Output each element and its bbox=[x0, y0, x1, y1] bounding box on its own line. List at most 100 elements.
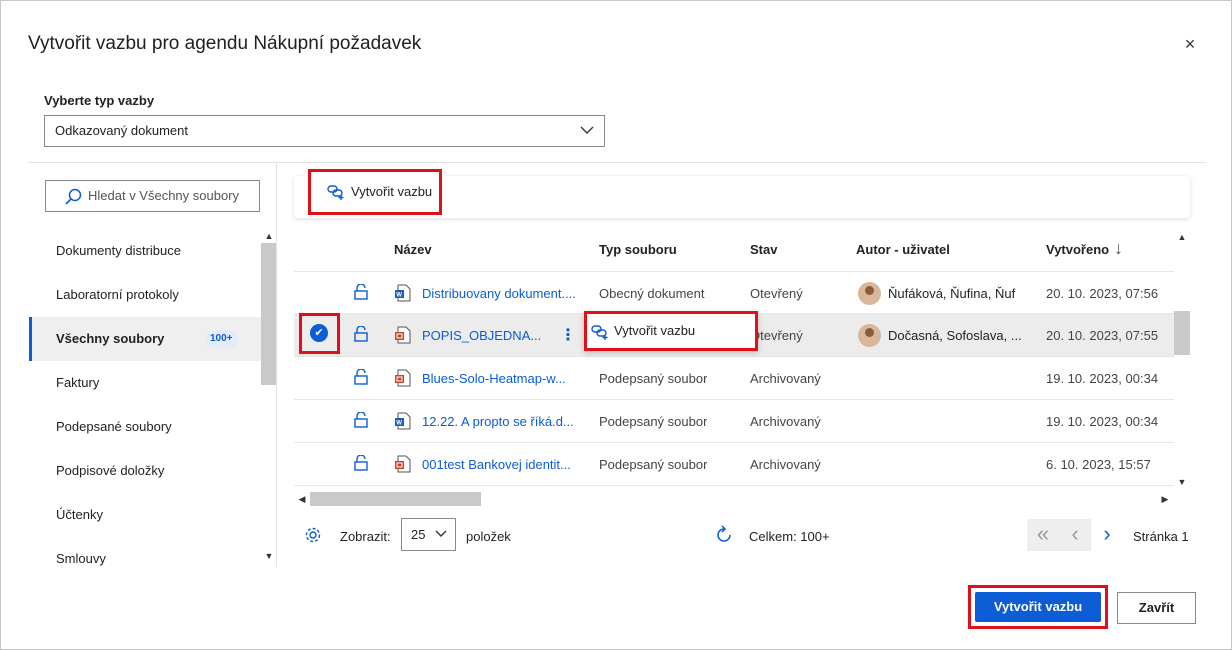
sidebar-scrollbar[interactable]: ▲ ▼ bbox=[261, 229, 276, 565]
scrollbar-thumb[interactable] bbox=[310, 492, 481, 506]
column-header-type[interactable]: Typ souboru bbox=[599, 242, 677, 257]
scroll-up-icon[interactable]: ▲ bbox=[264, 231, 274, 241]
pdf-doc-icon bbox=[395, 369, 411, 387]
file-created: 19. 10. 2023, 00:34 bbox=[1046, 371, 1159, 386]
table-horizontal-scrollbar[interactable]: ◀ ▶ bbox=[294, 491, 1174, 507]
svg-text:W: W bbox=[396, 293, 402, 299]
sidebar-item-uctenky[interactable]: Účtenky bbox=[29, 493, 261, 537]
link-type-select[interactable]: Odkazovaný dokument bbox=[44, 115, 605, 147]
lock-open-icon bbox=[354, 412, 368, 428]
column-header-author[interactable]: Autor - uživatel bbox=[856, 242, 950, 257]
close-button[interactable]: Zavřít bbox=[1117, 592, 1196, 624]
sort-arrow-icon[interactable]: ↓ bbox=[1114, 238, 1123, 259]
file-author: Ňufáková, Ňufina, Ňuf bbox=[888, 286, 1016, 301]
column-header-created[interactable]: Vytvořeno bbox=[1046, 242, 1109, 257]
next-page-button[interactable]: › bbox=[1091, 519, 1123, 551]
file-type: Podepsaný soubor bbox=[599, 457, 708, 472]
word-doc-icon: W bbox=[395, 412, 411, 430]
sidebar-item-label: Podpisové doložky bbox=[56, 463, 165, 478]
lock-open-icon bbox=[354, 369, 368, 385]
svg-text:W: W bbox=[396, 421, 402, 427]
sidebar-item-podpisove-dolozky[interactable]: Podpisové doložky bbox=[29, 449, 261, 493]
scrollbar-thumb[interactable] bbox=[1174, 311, 1190, 355]
pdf-doc-icon bbox=[395, 326, 411, 344]
column-header-status[interactable]: Stav bbox=[750, 242, 777, 257]
chevron-down-icon bbox=[580, 126, 594, 134]
file-name-link[interactable]: Distribuovany dokument.... bbox=[422, 286, 582, 301]
scroll-left-icon[interactable]: ◀ bbox=[297, 494, 307, 504]
sidebar-item-faktury[interactable]: Faktury bbox=[29, 361, 261, 405]
toolbar-create-link-label: Vytvořit vazbu bbox=[351, 184, 433, 199]
scroll-up-icon[interactable]: ▲ bbox=[1177, 232, 1187, 242]
sidebar-item-podepsane-soubory[interactable]: Podepsané soubory bbox=[29, 405, 261, 449]
page-indicator: Stránka 1 bbox=[1133, 529, 1189, 544]
scroll-right-icon[interactable]: ▶ bbox=[1160, 494, 1170, 504]
file-status: Archivovaný bbox=[750, 414, 821, 429]
first-page-button[interactable]: « bbox=[1027, 519, 1059, 551]
sidebar-item-label: Smlouvy bbox=[56, 551, 106, 566]
sidebar-item-dokumenty-distribuce[interactable]: Dokumenty distribuce bbox=[29, 229, 261, 273]
file-type: Podepsaný soubor bbox=[599, 414, 708, 429]
sidebar-item-label: Laboratorní protokoly bbox=[56, 287, 179, 302]
more-options-icon[interactable]: ⋮ bbox=[560, 325, 576, 345]
dialog-title: Vytvořit vazbu pro agendu Nákupní požada… bbox=[28, 33, 422, 54]
file-author: Dočasná, Sofoslava, ... bbox=[888, 328, 1022, 343]
search-placeholder: Hledat v Všechny soubory bbox=[88, 188, 240, 203]
sidebar-item-label: Faktury bbox=[56, 375, 100, 390]
files-table: Název Typ souboru Stav Autor - uživatel … bbox=[294, 229, 1190, 511]
avatar bbox=[858, 324, 881, 347]
gear-icon[interactable] bbox=[304, 526, 322, 544]
file-name-link[interactable]: 12.22. A propto se říká.d... bbox=[422, 414, 582, 429]
column-header-name[interactable]: Název bbox=[394, 242, 432, 257]
file-name-link[interactable]: POPIS_OBJEDNA... bbox=[422, 328, 542, 343]
link-type-label: Vyberte typ vazby bbox=[44, 93, 155, 108]
sidebar-item-vsechny-soubory[interactable]: Všechny soubory 100+ bbox=[29, 317, 261, 361]
row-create-link-menu-item[interactable]: Vytvořit vazbu bbox=[584, 311, 758, 351]
prev-page-button[interactable]: ‹ bbox=[1059, 519, 1091, 551]
total-count: Celkem: 100+ bbox=[749, 529, 830, 544]
file-created: 20. 10. 2023, 07:55 bbox=[1046, 328, 1159, 343]
pagination-bar: Zobrazit: 25 položek Celkem: 100+ « ‹ › … bbox=[294, 515, 1190, 555]
page-size-value: 25 bbox=[411, 527, 426, 542]
create-link-button[interactable]: Vytvořit vazbu bbox=[975, 592, 1101, 622]
page-size-label: Zobrazit: bbox=[340, 529, 391, 544]
file-name-link[interactable]: 001test Bankovej identit... bbox=[422, 457, 582, 472]
scrollbar-thumb[interactable] bbox=[261, 243, 276, 385]
table-row-selected[interactable]: ✔ POPIS_OBJEDNA... ⋮ Otevřený Dočasná, S… bbox=[294, 311, 1174, 357]
file-type: Obecný dokument bbox=[599, 286, 705, 301]
row-checkbox[interactable]: ✔ bbox=[299, 313, 340, 354]
toolbar-create-link-button[interactable]: Vytvořit vazbu bbox=[308, 169, 442, 215]
sidebar-item-label: Všechny soubory bbox=[56, 331, 165, 346]
file-status: Archivovaný bbox=[750, 371, 821, 386]
table-row[interactable]: W Distribuovany dokument.... Obecný doku… bbox=[294, 271, 1174, 314]
link-add-icon bbox=[327, 185, 344, 200]
table-row[interactable]: 001test Bankovej identit... Podepsaný so… bbox=[294, 443, 1174, 486]
items-label: položek bbox=[466, 529, 511, 544]
sidebar-item-label: Dokumenty distribuce bbox=[56, 243, 181, 258]
page-size-select[interactable]: 25 bbox=[401, 518, 456, 551]
pdf-doc-icon bbox=[395, 455, 411, 473]
chevron-down-icon bbox=[435, 530, 447, 537]
table-row[interactable]: W 12.22. A propto se říká.d... Podepsaný… bbox=[294, 400, 1174, 443]
scroll-down-icon[interactable]: ▼ bbox=[1177, 477, 1187, 487]
table-vertical-scrollbar[interactable]: ▲ ▼ bbox=[1174, 229, 1190, 491]
close-icon[interactable]: × bbox=[1181, 35, 1199, 53]
checkmark-icon: ✔ bbox=[310, 324, 328, 342]
table-row[interactable]: Blues-Solo-Heatmap-w... Podepsaný soubor… bbox=[294, 357, 1174, 400]
lock-open-icon bbox=[354, 284, 368, 300]
table-header: Název Typ souboru Stav Autor - uživatel … bbox=[294, 229, 1174, 271]
file-status: Archivovaný bbox=[750, 457, 821, 472]
scroll-down-icon[interactable]: ▼ bbox=[264, 551, 274, 561]
sidebar-search-input[interactable]: Hledat v Všechny soubory bbox=[45, 180, 260, 212]
count-badge: 100+ bbox=[205, 330, 238, 348]
file-created: 20. 10. 2023, 07:56 bbox=[1046, 286, 1159, 301]
sidebar-nav: Dokumenty distribuce Laboratorní protoko… bbox=[29, 229, 261, 581]
file-created: 19. 10. 2023, 00:34 bbox=[1046, 414, 1159, 429]
link-add-icon bbox=[591, 325, 608, 340]
refresh-icon[interactable] bbox=[714, 525, 734, 545]
table-toolbar: Vytvořit vazbu bbox=[294, 169, 1190, 218]
sidebar-item-laboratorni-protokoly[interactable]: Laboratorní protokoly bbox=[29, 273, 261, 317]
lock-open-icon bbox=[354, 455, 368, 471]
sidebar-item-smlouvy[interactable]: Smlouvy bbox=[29, 537, 261, 581]
file-name-link[interactable]: Blues-Solo-Heatmap-w... bbox=[422, 371, 582, 386]
